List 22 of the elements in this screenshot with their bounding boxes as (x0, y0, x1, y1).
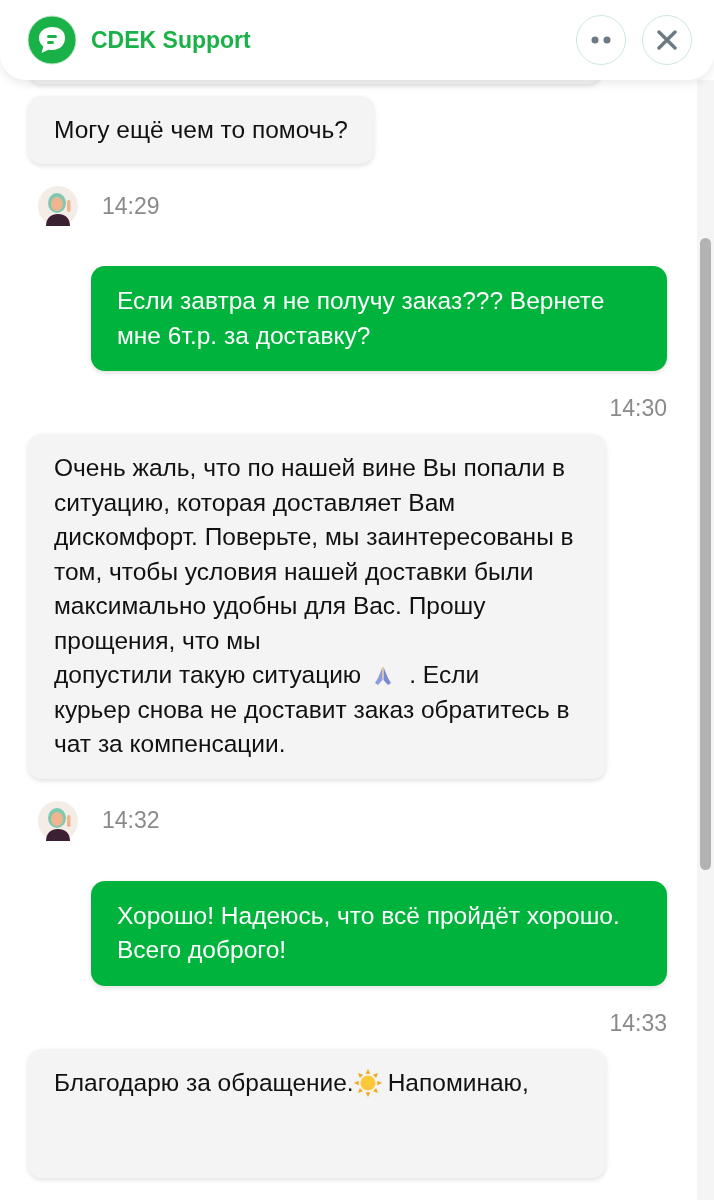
message-time: 14:33 (609, 1009, 667, 1036)
message-text: курьер снова не доставит заказ обратитесь в чат за компенсации. (54, 694, 571, 760)
chat-bubble-icon (27, 15, 77, 65)
message-time: 14:32 (102, 807, 160, 835)
agent-avatar (38, 800, 78, 841)
scrollbar-thumb[interactable] (700, 238, 711, 870)
sun-icon (353, 1069, 382, 1098)
message-time: 14:29 (102, 192, 160, 220)
close-icon (657, 30, 677, 50)
more-icon (590, 36, 612, 44)
message-text: Благодарю за обращение. (54, 1067, 354, 1098)
more-button[interactable] (576, 15, 626, 65)
agent-avatar (38, 186, 78, 227)
message-time: 14:30 (609, 395, 667, 422)
message-text: Хорошо! Надеюсь, что всё пройдёт хорошо. Всего доброго! (117, 900, 621, 966)
message-text: Если завтра я не получу заказ??? Вернете мне 6т.р. за доставку? (117, 286, 606, 351)
message-text: Могу ещё чем то помочь? (54, 114, 348, 145)
message-text: допустили такую ситуацию (54, 660, 362, 691)
message-text: Напоминаю, (387, 1067, 529, 1098)
close-button[interactable] (642, 15, 692, 65)
chat-title: CDEK Support (91, 26, 251, 54)
message-text: . Если (409, 660, 480, 691)
